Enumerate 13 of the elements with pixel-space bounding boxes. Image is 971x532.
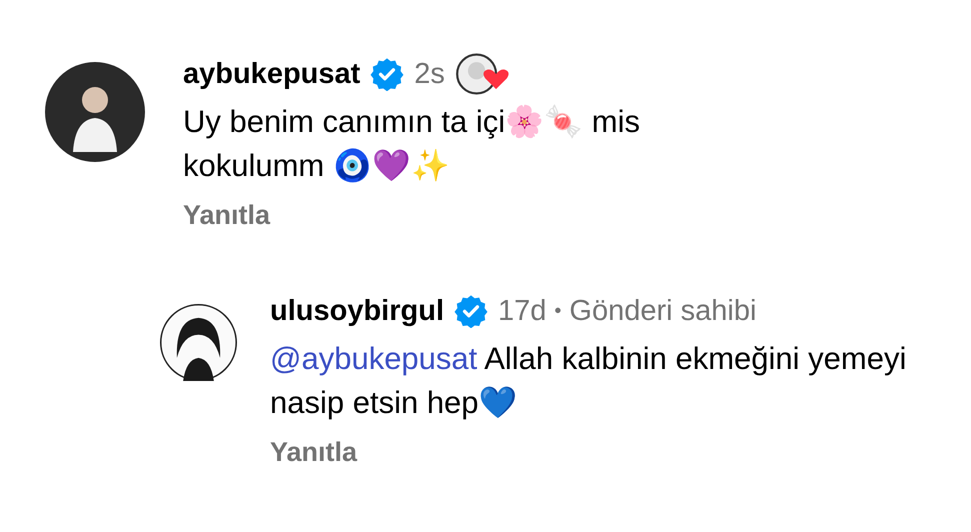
timestamp: 17d [498, 294, 546, 328]
timestamp: 2s [414, 58, 445, 90]
reply-link[interactable]: Yanıtla [183, 200, 270, 231]
avatar[interactable] [160, 304, 237, 381]
username[interactable]: ulusoybirgul [270, 294, 444, 328]
avatar[interactable] [45, 62, 145, 162]
username[interactable]: aybukepusat [183, 58, 360, 90]
author-label: Gönderi sahibi [569, 294, 756, 328]
mention-link[interactable]: @aybukepusat [270, 341, 478, 376]
reply-link[interactable]: Yanıtla [270, 437, 358, 468]
separator-dot: • [554, 300, 562, 322]
comment-text: Uy benim canımın ta içi🌸🍬 mis kokulumm 🧿💜✨ [183, 103, 641, 185]
reply-text: @aybukepusat Allah kalbinin ekmeğini yemeyi nasip etsin hep💙 [270, 340, 908, 422]
